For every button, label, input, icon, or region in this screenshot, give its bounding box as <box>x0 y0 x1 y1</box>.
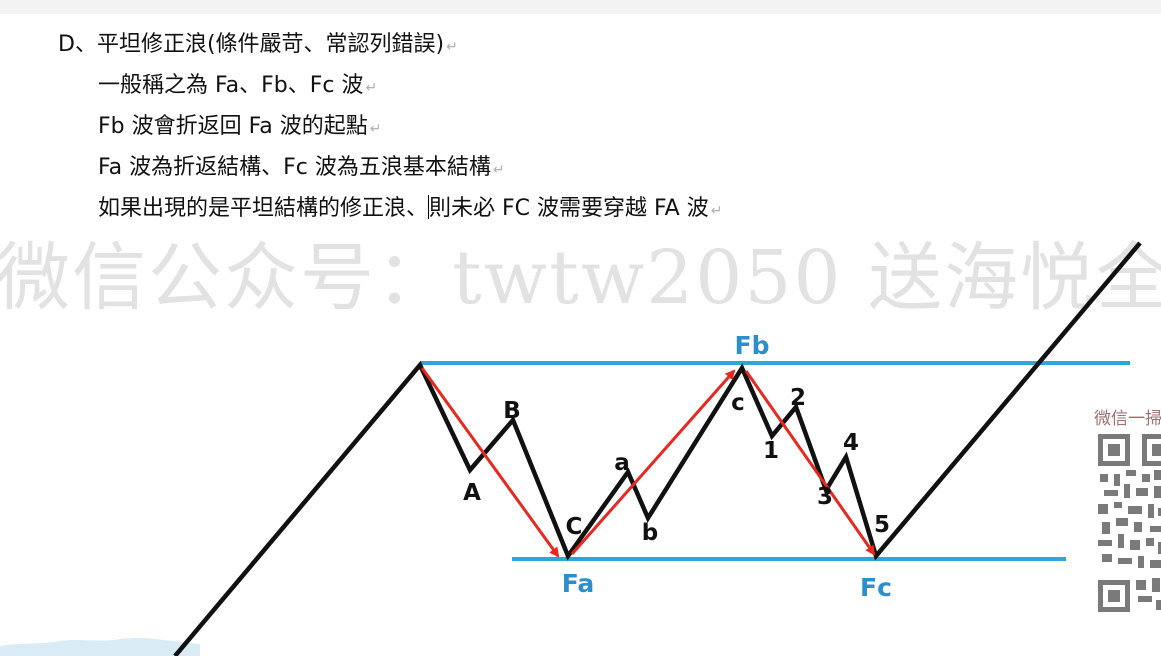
wave-label-1: 1 <box>763 438 779 464</box>
document-page: D、平坦修正浪(條件嚴苛、常認列錯誤) ↵ 一般稱之為 Fa、Fb、Fc 波 ↵ F… <box>0 0 1161 656</box>
wave-label-5: 5 <box>874 512 890 538</box>
fb-label: Fb <box>735 331 770 360</box>
wave-label-3: 3 <box>817 484 833 510</box>
ground-decoration <box>0 638 200 656</box>
wave-label-a: a <box>614 450 630 476</box>
wave-label-C: C <box>566 514 583 540</box>
qr-code-icon <box>1096 430 1161 614</box>
qr-caption: 微信一掃 <box>1094 409 1161 429</box>
flat-correction-wave-diagram: Fb Fa Fc A B C a b c 1 2 3 4 5 <box>0 241 1142 656</box>
wave-label-c: c <box>731 390 745 416</box>
wave-label-4: 4 <box>843 430 859 456</box>
wave-label-2: 2 <box>790 385 806 411</box>
wave-label-B: B <box>503 398 521 424</box>
fc-label: Fc <box>860 573 892 602</box>
wave-label-A: A <box>463 480 481 506</box>
fa-wave-arrow <box>420 367 560 558</box>
fa-label: Fa <box>562 569 594 598</box>
wave-path <box>173 241 1142 656</box>
wave-label-b: b <box>642 520 658 546</box>
